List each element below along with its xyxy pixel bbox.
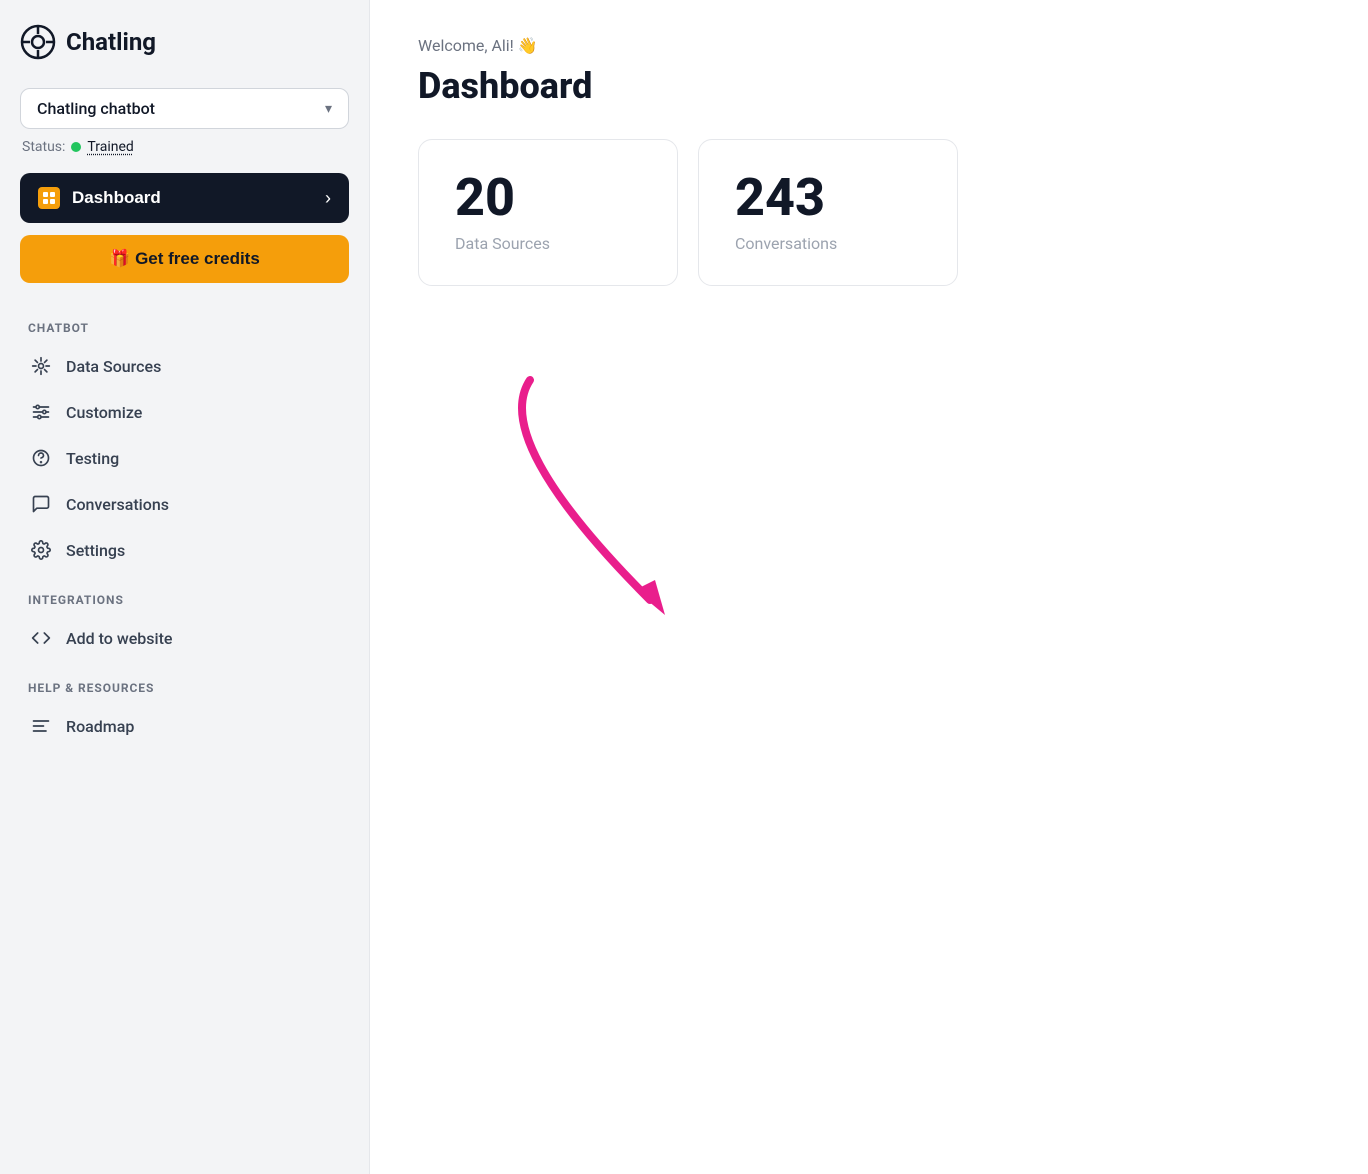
dashboard-btn-left: Dashboard <box>38 187 161 209</box>
dashboard-arrow-icon: › <box>325 188 331 209</box>
conversations-icon <box>30 493 52 515</box>
add-to-website-label: Add to website <box>66 629 172 648</box>
app-name: Chatling <box>66 28 156 56</box>
status-prefix: Status: <box>22 139 65 155</box>
conversations-label: Conversations <box>66 495 169 514</box>
settings-icon <box>30 539 52 561</box>
stat-number-conversations: 243 <box>735 172 921 224</box>
status-value[interactable]: Trained <box>87 139 133 155</box>
dashboard-icon <box>38 187 60 209</box>
sidebar: Chatling Chatling chatbot ▾ Status: Trai… <box>0 0 370 1174</box>
sidebar-item-roadmap[interactable]: Roadmap <box>20 703 349 749</box>
stat-card-conversations: 243 Conversations <box>698 139 958 286</box>
help-section-label: HELP & RESOURCES <box>20 681 349 695</box>
logo-icon <box>20 24 56 60</box>
sidebar-item-testing[interactable]: Testing <box>20 435 349 481</box>
sidebar-item-settings[interactable]: Settings <box>20 527 349 573</box>
stat-label-conversations: Conversations <box>735 234 921 253</box>
logo-row: Chatling <box>20 24 349 60</box>
plug-icon <box>30 355 52 377</box>
stat-label-data-sources: Data Sources <box>455 234 641 253</box>
testing-icon <box>30 447 52 469</box>
stats-row: 20 Data Sources 243 Conversations <box>418 139 1320 286</box>
dashboard-label: Dashboard <box>72 188 161 208</box>
settings-label: Settings <box>66 541 125 560</box>
roadmap-label: Roadmap <box>66 717 134 736</box>
main-content: Welcome, Ali! 👋 Dashboard 20 Data Source… <box>370 0 1368 1174</box>
sidebar-item-add-to-website[interactable]: Add to website <box>20 615 349 661</box>
free-credits-button[interactable]: 🎁 Get free credits <box>20 235 349 283</box>
data-sources-label: Data Sources <box>66 357 161 376</box>
chatbot-selector-label: Chatling chatbot <box>37 99 155 118</box>
stat-card-data-sources: 20 Data Sources <box>418 139 678 286</box>
code-icon <box>30 627 52 649</box>
sidebar-item-data-sources[interactable]: Data Sources <box>20 343 349 389</box>
welcome-text: Welcome, Ali! 👋 <box>418 36 1320 55</box>
integrations-section-label: INTEGRATIONS <box>20 593 349 607</box>
testing-label: Testing <box>66 449 119 468</box>
chatbot-selector[interactable]: Chatling chatbot ▾ <box>20 88 349 129</box>
customize-label: Customize <box>66 403 142 422</box>
chevron-down-icon: ▾ <box>325 101 332 117</box>
chatbot-section-label: CHATBOT <box>20 321 349 335</box>
sidebar-item-customize[interactable]: Customize <box>20 389 349 435</box>
sidebar-item-conversations[interactable]: Conversations <box>20 481 349 527</box>
status-dot <box>71 142 81 152</box>
roadmap-icon <box>30 715 52 737</box>
dashboard-button[interactable]: Dashboard › <box>20 173 349 223</box>
arrow-annotation <box>450 360 730 640</box>
customize-icon <box>30 401 52 423</box>
page-title: Dashboard <box>418 65 1320 107</box>
stat-number-data-sources: 20 <box>455 172 641 224</box>
status-row: Status: Trained <box>20 139 349 155</box>
